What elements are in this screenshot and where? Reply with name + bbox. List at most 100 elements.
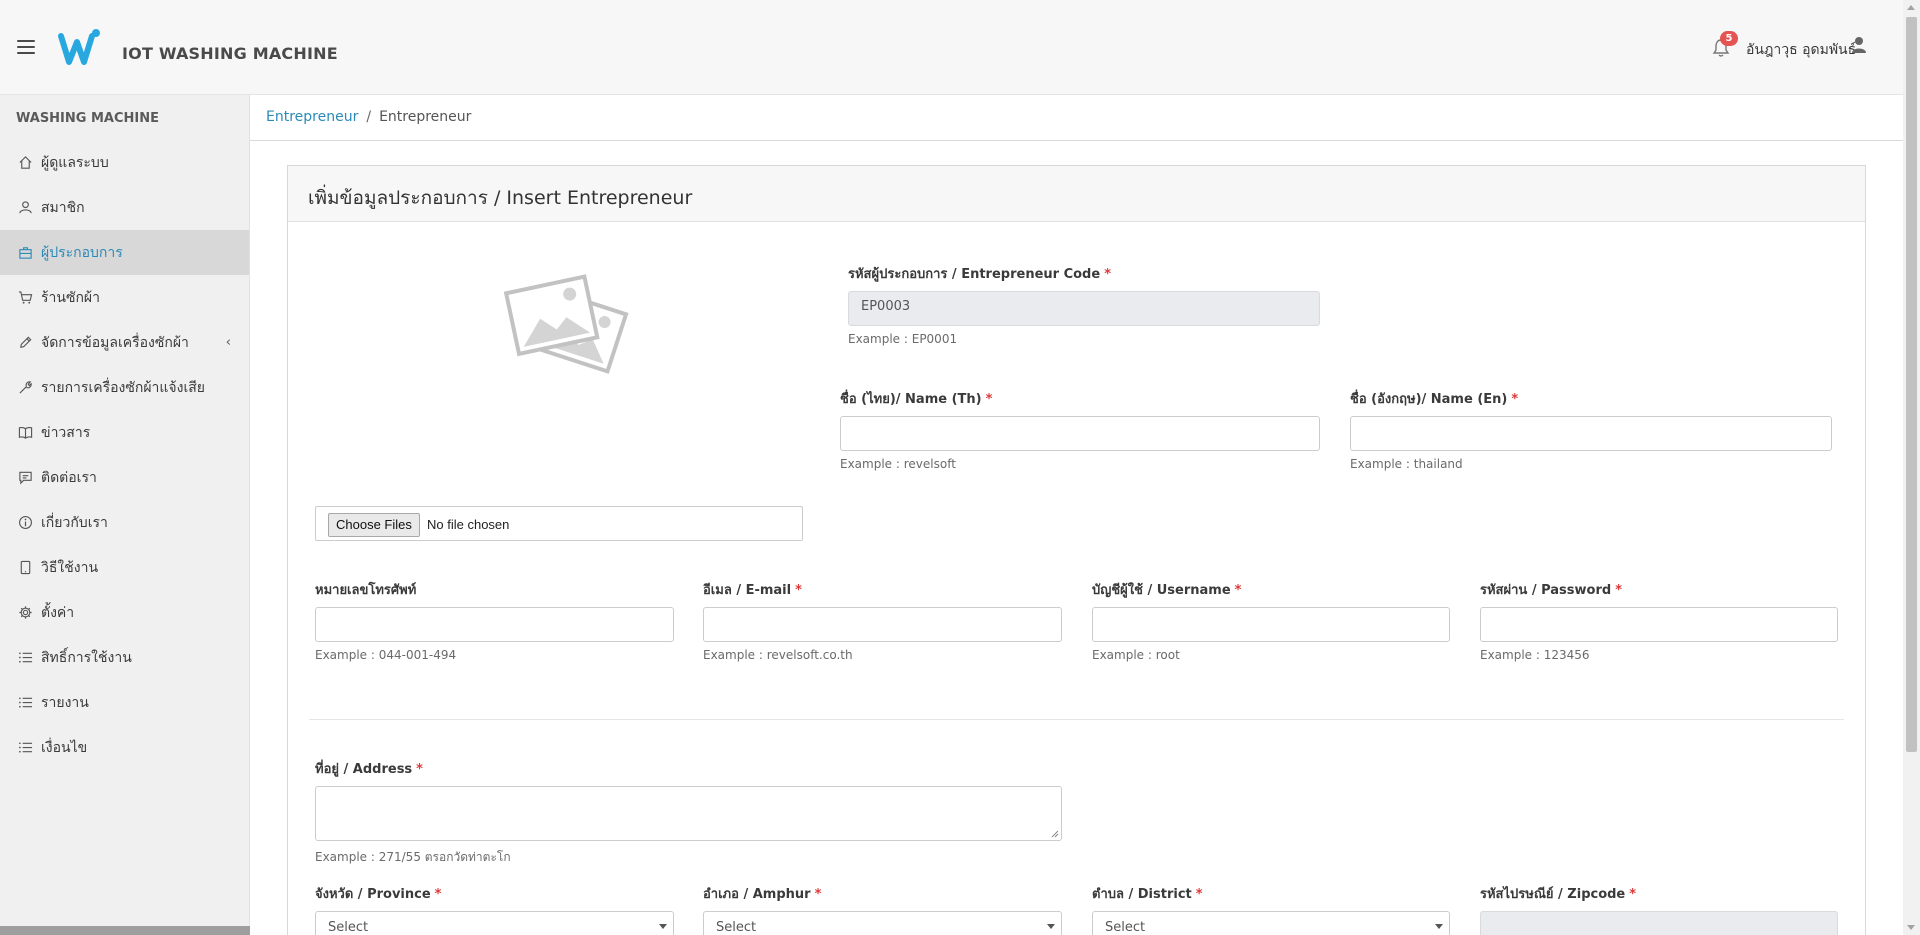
sidebar-item-entrepreneur[interactable]: ผู้ประกอบการ [0, 230, 249, 275]
province-selected-value: Select [328, 920, 369, 935]
sidebar: WASHING MACHINE ผู้ดูแลระบบ สมาชิก ผู้ปร… [0, 95, 250, 935]
name-th-hint: Example : revelsoft [840, 457, 956, 471]
name-en-hint: Example : thailand [1350, 457, 1463, 471]
file-status-text: No file chosen [427, 517, 510, 532]
district-select[interactable]: Select [1092, 911, 1450, 935]
user-icon[interactable] [1851, 36, 1867, 54]
sidebar-item-laundry-shop[interactable]: ร้านซักผ้า [0, 275, 249, 320]
app-title: IOT WASHING MACHINE [122, 44, 338, 63]
address-field[interactable] [315, 786, 1062, 841]
sidebar-item-label: ข่าวสาร [41, 424, 91, 441]
sidebar-item-label: ผู้ดูแลระบบ [41, 154, 109, 171]
sidebar-horizontal-scrollbar[interactable] [0, 926, 250, 935]
scroll-up-arrow-icon[interactable] [1907, 5, 1915, 10]
sidebar-item-settings[interactable]: ตั้งค่า [0, 590, 249, 635]
sidebar-item-label: ผู้ประกอบการ [41, 244, 123, 261]
sidebar-item-label: ติดต่อเรา [41, 469, 97, 486]
list-icon [17, 650, 33, 666]
app-logo[interactable] [58, 28, 102, 68]
choose-files-button[interactable]: Choose Files [328, 513, 420, 537]
sidebar-item-label: วิธีใช้งาน [41, 559, 99, 576]
scroll-down-arrow-icon[interactable] [1907, 925, 1915, 930]
name-th-field[interactable] [840, 416, 1320, 451]
image-placeholder-icon [503, 274, 629, 374]
password-hint: Example : 123456 [1480, 648, 1590, 662]
page-scrollbar[interactable] [1903, 0, 1920, 935]
email-label: อีเมล / E-mail * [703, 583, 802, 598]
sidebar-item-permissions[interactable]: สิทธิ์การใช้งาน [0, 635, 249, 680]
address-hint: Example : 271/55 ตรอกวัดท่าตะโก [315, 850, 511, 864]
sidebar-item-members[interactable]: สมาชิก [0, 185, 249, 230]
sidebar-item-label: สมาชิก [41, 199, 85, 216]
address-label: ที่อยู่ / Address * [315, 762, 423, 777]
chevron-down-icon [1435, 924, 1443, 929]
wrench-icon [17, 380, 33, 396]
sidebar-section-title: WASHING MACHINE [16, 111, 159, 126]
breadcrumb: Entrepreneur / Entrepreneur [250, 95, 1903, 141]
sidebar-item-label: รายการเครื่องซักผ้าแจ้งเสีย [41, 379, 205, 396]
sidebar-item-contact[interactable]: ติดต่อเรา [0, 455, 249, 500]
amphur-label: อำเภอ / Amphur * [703, 887, 822, 902]
file-upload-field[interactable]: Choose Files No file chosen [315, 506, 803, 541]
pencil-icon [17, 335, 33, 351]
sidebar-item-label: ตั้งค่า [41, 604, 75, 621]
gear-icon [17, 605, 33, 621]
notification-badge: 5 [1720, 31, 1738, 46]
province-select[interactable]: Select [315, 911, 674, 935]
chevron-down-icon [1047, 924, 1055, 929]
username-label: บัญชีผู้ใช้ / Username * [1092, 583, 1242, 598]
zipcode-field[interactable] [1480, 911, 1838, 935]
province-label: จังหวัด / Province * [315, 887, 442, 902]
amphur-selected-value: Select [716, 920, 757, 935]
home-icon [17, 155, 33, 171]
sidebar-item-news[interactable]: ข่าวสาร [0, 410, 249, 455]
menu-toggle-icon[interactable] [17, 40, 35, 54]
phone-hint: Example : 044-001-494 [315, 648, 457, 662]
user-name[interactable]: อันฎาวุธ อุดมพันธ์ [1746, 39, 1856, 61]
briefcase-icon [17, 245, 33, 261]
breadcrumb-separator: / [366, 109, 372, 125]
sidebar-item-reports[interactable]: รายงาน [0, 680, 249, 725]
email-field[interactable] [703, 607, 1062, 642]
cart-icon [17, 290, 33, 306]
breadcrumb-link[interactable]: Entrepreneur [266, 109, 358, 125]
sidebar-item-admin[interactable]: ผู้ดูแลระบบ [0, 140, 249, 185]
sidebar-item-label: สิทธิ์การใช้งาน [41, 649, 132, 666]
insert-entrepreneur-card: เพิ่มข้อมูลประกอบการ / Insert Entreprene… [287, 165, 1866, 935]
sidebar-item-machine-management[interactable]: จัดการข้อมูลเครื่องซักผ้า ‹ [0, 320, 249, 365]
breadcrumb-current: Entrepreneur [379, 109, 472, 125]
sidebar-item-conditions[interactable]: เงื่อนไข [0, 725, 249, 770]
district-selected-value: Select [1105, 920, 1146, 935]
chat-icon [17, 470, 33, 486]
name-th-label: ชื่อ (ไทย)/ Name (Th) * [840, 392, 993, 407]
chevron-left-icon[interactable]: ‹ [226, 335, 231, 350]
scroll-thumb[interactable] [1906, 17, 1917, 752]
password-field[interactable] [1480, 607, 1838, 642]
sidebar-item-about[interactable]: เกี่ยวกับเรา [0, 500, 249, 545]
entrepreneur-code-label: รหัสผู้ประกอบการ / Entrepreneur Code * [848, 267, 1111, 282]
username-field[interactable] [1092, 607, 1450, 642]
tablet-icon [17, 560, 33, 576]
name-en-field[interactable] [1350, 416, 1832, 451]
entrepreneur-code-field[interactable]: EP0003 [848, 291, 1320, 326]
section-divider [309, 719, 1844, 720]
list-icon [17, 740, 33, 756]
entrepreneur-code-hint: Example : EP0001 [848, 332, 958, 346]
username-hint: Example : root [1092, 648, 1180, 662]
phone-label: หมายเลขโทรศัพท์ [315, 583, 417, 598]
zipcode-label: รหัสไปรษณีย์ / Zipcode * [1480, 887, 1637, 902]
sidebar-item-label: รายงาน [41, 694, 89, 711]
sidebar-item-label: จัดการข้อมูลเครื่องซักผ้า [41, 334, 189, 351]
info-icon [17, 515, 33, 531]
chevron-down-icon [659, 924, 667, 929]
book-icon [17, 425, 33, 441]
sidebar-item-label: ร้านซักผ้า [41, 289, 100, 306]
phone-field[interactable] [315, 607, 674, 642]
sidebar-item-broken-machines[interactable]: รายการเครื่องซักผ้าแจ้งเสีย [0, 365, 249, 410]
user-outline-icon [17, 200, 33, 216]
sidebar-item-label: เกี่ยวกับเรา [41, 514, 108, 531]
resize-handle-icon[interactable] [1051, 830, 1059, 838]
list-icon [17, 695, 33, 711]
sidebar-item-how-to-use[interactable]: วิธีใช้งาน [0, 545, 249, 590]
amphur-select[interactable]: Select [703, 911, 1062, 935]
